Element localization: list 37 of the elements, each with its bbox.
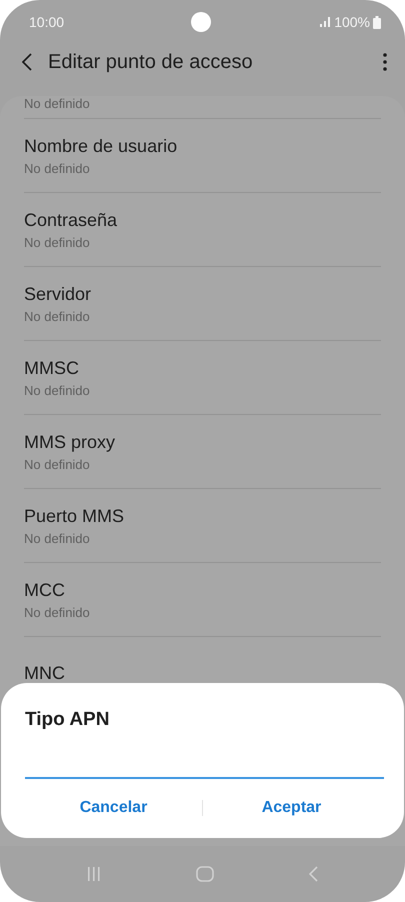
- setting-title: Puerto MMS: [24, 506, 126, 526]
- setting-item[interactable]: Nombre de usuario No definido: [24, 119, 381, 193]
- battery-icon: [373, 16, 381, 28]
- battery-percent: 100%: [334, 14, 370, 30]
- status-time: 10:00: [29, 14, 64, 30]
- setting-title: MMS proxy: [24, 432, 116, 452]
- setting-item[interactable]: Servidor No definido: [24, 267, 381, 341]
- setting-value: No definido: [24, 96, 90, 111]
- camera-hole-icon: [191, 12, 211, 32]
- setting-value: No definido: [24, 234, 91, 250]
- setting-value: No definido: [24, 604, 91, 620]
- home-icon[interactable]: [196, 866, 214, 882]
- setting-title: MNC: [24, 663, 66, 684]
- screen-title: Editar punto de acceso: [48, 50, 254, 74]
- dialog-button[interactable]: Cancelar: [25, 791, 202, 825]
- setting-title: MCC: [24, 580, 66, 600]
- setting-value: No definido: [24, 160, 91, 176]
- setting-item[interactable]: MMS proxy No definido: [24, 415, 381, 489]
- setting-item[interactable]: Puerto MMS No definido: [24, 489, 381, 563]
- setting-title: MMSC: [24, 358, 80, 378]
- setting-title: Nombre de usuario: [24, 136, 178, 156]
- signal-icon: [320, 17, 332, 27]
- setting-value: No definido: [24, 382, 91, 398]
- back-nav-icon[interactable]: [308, 866, 318, 882]
- setting-value: No definido: [24, 530, 91, 546]
- more-options-icon[interactable]: [383, 53, 387, 71]
- back-icon[interactable]: [22, 53, 32, 71]
- setting-item[interactable]: MMSC No definido: [24, 341, 381, 415]
- dialog-button[interactable]: Aceptar: [203, 791, 380, 825]
- setting-item[interactable]: Contraseña No definido: [24, 193, 381, 267]
- setting-value: No definido: [24, 308, 91, 324]
- recent-apps-icon[interactable]: [87, 867, 102, 881]
- setting-title: Contraseña: [24, 210, 118, 230]
- setting-value: No definido: [24, 456, 91, 472]
- dialog-title: Tipo APN: [25, 709, 110, 732]
- setting-item[interactable]: MCC No definido: [24, 563, 381, 637]
- setting-title: Servidor: [24, 284, 92, 304]
